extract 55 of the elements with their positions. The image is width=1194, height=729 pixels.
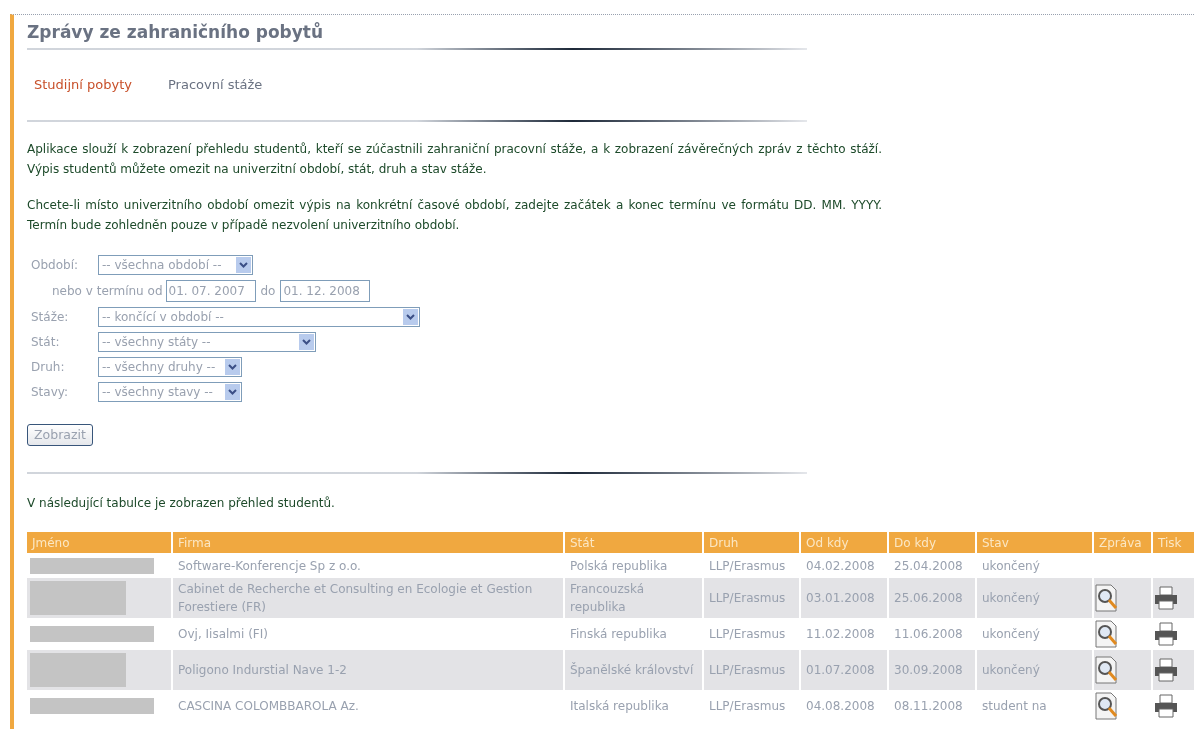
tab[interactable]: Studijní pobyty <box>34 75 132 95</box>
chevron-icon <box>228 389 237 395</box>
table-cell: 25.06.2008 <box>889 578 975 619</box>
dropdown[interactable]: -- všechny stavy -- <box>98 382 242 402</box>
page-title: Zprávy ze zahraničního pobytů <box>27 21 325 44</box>
dropdown[interactable]: -- končící v období -- <box>98 307 420 327</box>
table-cell: LLP/Erasmus <box>704 650 799 691</box>
table-cell: LLP/Erasmus <box>704 578 799 619</box>
table-cell: Cabinet de Recherche et Consulting en Ecologie et Gestion Forestiere (FR) <box>173 578 563 619</box>
column-header: Jméno <box>27 532 171 554</box>
paragraph: Chcete-li místo univerzitního období omezit výpis na konkrétní časové období, zadejte začátek a konec termínu ve formátu DD. MM. YYYY. Termín bude zohledněn pouze v případě nezvolení univerzitního období. <box>27 197 882 234</box>
dropdown[interactable]: -- všechny státy -- <box>98 332 316 352</box>
table-cell: 03.01.2008 <box>801 578 887 619</box>
document-magnifier-icon[interactable] <box>1094 584 1120 613</box>
field-label: Stát: <box>31 334 61 351</box>
submit-button[interactable]: Zobrazit <box>27 424 93 447</box>
chevron-icon <box>406 314 415 320</box>
field-label: Období: <box>31 257 79 274</box>
tab[interactable]: Pracovní stáže <box>168 75 263 95</box>
column-header: Zpráva <box>1094 532 1151 554</box>
table-caption: V následující tabulce je zobrazen přehled studentů. <box>27 495 336 513</box>
paragraph: Aplikace slouží k zobrazení přehledu studentů, kteří se zúčastnili zahraniční pracovní stáže, a k zobrazení závěrečných zpráv z těchto stáží. Výpis studentů můžete omezit na univerzitní období, stát, druh a stav stáže. <box>27 141 882 178</box>
chevron-icon <box>228 364 237 370</box>
printer-icon[interactable] <box>1153 693 1179 720</box>
column-header: Od kdy <box>801 532 887 554</box>
table-cell: Španělské království <box>565 650 702 691</box>
printer-icon[interactable] <box>1153 621 1179 648</box>
column-header: Tisk <box>1153 532 1194 554</box>
dropdown[interactable]: -- všechna období -- <box>98 255 253 275</box>
document-magnifier-icon[interactable] <box>1094 656 1120 685</box>
field-label: do <box>259 283 277 300</box>
column-header: Firma <box>173 532 563 554</box>
column-header: Do kdy <box>889 532 975 554</box>
printer-icon[interactable] <box>1153 657 1179 684</box>
chevron-icon <box>302 339 311 345</box>
dropdown[interactable]: -- všechny druhy -- <box>98 357 242 377</box>
table-cell: 30.09.2008 <box>889 650 975 691</box>
column-header: Stát <box>565 532 702 554</box>
document-magnifier-icon[interactable] <box>1094 620 1120 649</box>
field-label: Druh: <box>31 359 66 376</box>
table-cell: 01.07.2008 <box>801 650 887 691</box>
chevron-icon <box>239 262 248 268</box>
date-field[interactable]: 01. 07. 2007 <box>165 280 256 302</box>
document-magnifier-icon[interactable] <box>1094 692 1120 721</box>
column-header: Stav <box>977 532 1092 554</box>
column-header: Druh <box>704 532 799 554</box>
table-cell: ukončený <box>977 578 1092 619</box>
printer-icon[interactable] <box>1153 585 1179 612</box>
field-label: Stáže: <box>31 309 70 326</box>
table-cell: Poligono Indurstial Nave 1-2 <box>173 650 563 691</box>
table-cell: ukončený <box>977 650 1092 691</box>
field-label: Stavy: <box>31 384 70 401</box>
date-field[interactable]: 01. 12. 2008 <box>280 280 371 302</box>
field-label: nebo v termínu od <box>52 283 163 300</box>
table-cell: Francouzská republika <box>565 578 702 619</box>
